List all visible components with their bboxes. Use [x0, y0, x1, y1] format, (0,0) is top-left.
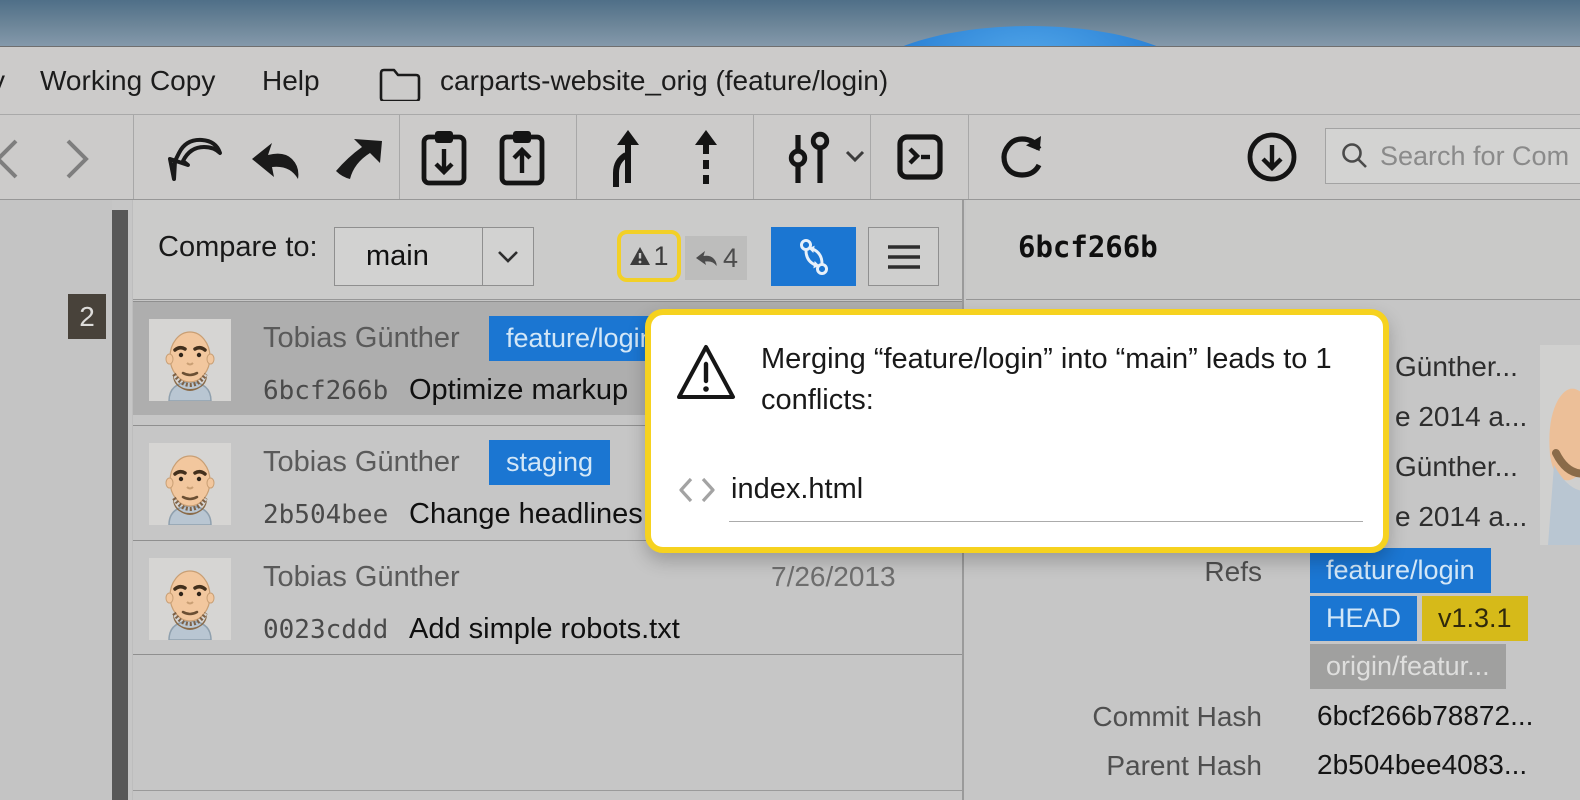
merge-arrow-icon [694, 248, 720, 268]
row-divider [133, 654, 962, 655]
avatar [149, 319, 231, 401]
detail-value-fragment: e 2014 a... [1395, 401, 1527, 433]
commit-author: Tobias Günther [263, 322, 460, 355]
detail-value-fragment: Günther... [1395, 451, 1518, 483]
commit-graph-icon[interactable] [786, 131, 836, 185]
merge-count: 4 [723, 243, 738, 274]
ref-badge-branch[interactable]: feature/login [1310, 548, 1491, 593]
toolbar-separator [753, 115, 754, 199]
conflict-message: Merging “feature/login” into “main” lead… [761, 339, 1373, 421]
conflict-message-line2: conflicts: [761, 384, 874, 416]
conflict-warning-badge[interactable]: 1 [617, 230, 681, 282]
merge-count-badge[interactable]: 4 [685, 236, 747, 280]
avatar [149, 558, 231, 640]
branch-badge: staging [489, 440, 610, 485]
menu-item-help[interactable]: Help [262, 65, 320, 97]
parent-hash-value: 2b504bee4083... [1317, 749, 1527, 781]
warning-triangle-icon [674, 342, 738, 404]
detail-header: 6bcf266b [966, 200, 1580, 300]
commit-hash-label: Commit Hash [1080, 701, 1262, 733]
commit-short-hash: 6bcf266b [263, 376, 388, 406]
row-divider [133, 790, 962, 791]
toolbar-separator [968, 115, 969, 199]
graph-lane-badge: 2 [68, 294, 106, 339]
wallpaper-bloom [855, 26, 1205, 46]
stash-icon[interactable] [420, 129, 468, 187]
refresh-icon[interactable] [996, 131, 1048, 183]
commit-row[interactable]: Tobias Günther 7/26/2013 0023cddd Add si… [133, 540, 962, 654]
detail-header-hash: 6bcf266b [1018, 230, 1158, 264]
parent-hash-label: Parent Hash [1080, 750, 1262, 782]
merge-conflict-popup: Merging “feature/login” into “main” lead… [645, 309, 1389, 553]
commit-short-hash: 2b504bee [263, 500, 388, 530]
fetch-indicator-icon[interactable] [1246, 131, 1298, 183]
refs-label: Refs [1080, 556, 1262, 588]
search-icon [1340, 141, 1370, 171]
desktop-wallpaper [0, 0, 1580, 46]
toolbar-separator [870, 115, 871, 199]
code-file-icon [677, 475, 717, 505]
merge-icon[interactable] [606, 129, 650, 187]
terminal-icon[interactable] [896, 133, 944, 181]
branch-select-value: main [366, 240, 429, 273]
conflict-file-name[interactable]: index.html [731, 473, 863, 506]
vertical-scrollbar[interactable] [112, 210, 128, 800]
commit-author: Tobias Günther [263, 561, 460, 594]
search-field[interactable] [1325, 128, 1580, 184]
commit-message: Optimize markup [409, 374, 628, 407]
commit-date: 7/26/2013 [771, 561, 896, 593]
branch-select[interactable]: main [334, 227, 534, 286]
menu-bar: y Working Copy Help carparts-website_ori… [0, 46, 1580, 114]
search-input[interactable] [1380, 141, 1580, 172]
chevron-down-icon[interactable] [482, 228, 533, 285]
ref-badge-remote[interactable]: origin/featur... [1310, 644, 1506, 689]
redo-icon[interactable] [326, 133, 390, 185]
compare-to-label: Compare to: [158, 231, 318, 264]
detail-value-fragment: e 2014 a... [1395, 501, 1527, 533]
stash-apply-icon[interactable] [498, 129, 546, 187]
menu-item-working-copy[interactable]: Working Copy [40, 65, 215, 97]
compare-icon [795, 237, 833, 277]
compare-branch-button[interactable] [771, 227, 856, 286]
back-icon[interactable] [0, 137, 26, 181]
hamburger-icon [886, 244, 922, 270]
detail-value-fragment: Günther... [1395, 351, 1518, 383]
avatar [149, 443, 231, 525]
chevron-down-icon[interactable] [844, 149, 866, 165]
repo-title: carparts-website_orig (feature/login) [440, 65, 888, 97]
popup-divider [729, 521, 1363, 522]
forward-icon[interactable] [58, 137, 98, 181]
commit-short-hash: 0023cddd [263, 615, 388, 645]
discard-icon[interactable] [162, 135, 226, 183]
toolbar [0, 114, 1580, 200]
compare-bar: Compare to: main 1 4 [133, 200, 962, 300]
conflict-message-line1: Merging “feature/login” into “main” lead… [761, 343, 1332, 375]
warning-triangle-icon [629, 246, 651, 266]
folder-icon [378, 67, 422, 101]
toolbar-separator [133, 115, 134, 199]
conflict-count: 1 [653, 241, 668, 272]
commit-message: Add simple robots.txt [409, 613, 680, 646]
menu-item-partial[interactable]: y [0, 65, 5, 97]
left-sidebar [0, 200, 112, 800]
commit-hash-value: 6bcf266b78872... [1317, 700, 1533, 732]
detail-avatar-partial [1540, 345, 1580, 545]
list-options-button[interactable] [868, 227, 939, 286]
commit-author: Tobias Günther [263, 446, 460, 479]
ref-badge-head[interactable]: HEAD [1310, 596, 1417, 641]
rebase-icon[interactable] [688, 129, 724, 187]
commit-message: Change headlines [409, 498, 643, 531]
toolbar-separator [399, 115, 400, 199]
undo-icon[interactable] [244, 135, 308, 183]
ref-badge-tag[interactable]: v1.3.1 [1422, 596, 1528, 641]
toolbar-separator [576, 115, 577, 199]
